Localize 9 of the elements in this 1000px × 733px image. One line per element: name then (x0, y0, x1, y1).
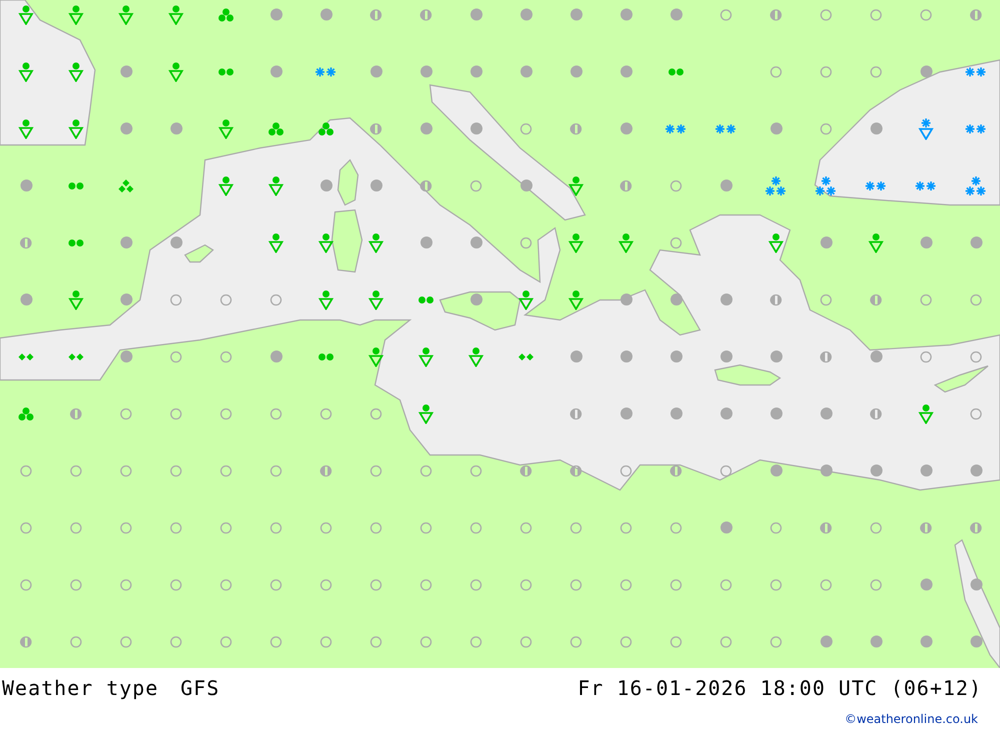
map-title: Weather type (2, 676, 158, 700)
island-shape (337, 159, 359, 206)
island-shape (714, 364, 782, 386)
island-shape (331, 209, 363, 273)
valid-time: Fr 16-01-2026 18:00 UTC (06+12) (578, 676, 982, 700)
island-shape (934, 365, 989, 393)
model-name: GFS (180, 676, 220, 700)
copyright-credit: ©weatheronline.co.uk (844, 712, 978, 726)
island-shape (184, 244, 214, 263)
